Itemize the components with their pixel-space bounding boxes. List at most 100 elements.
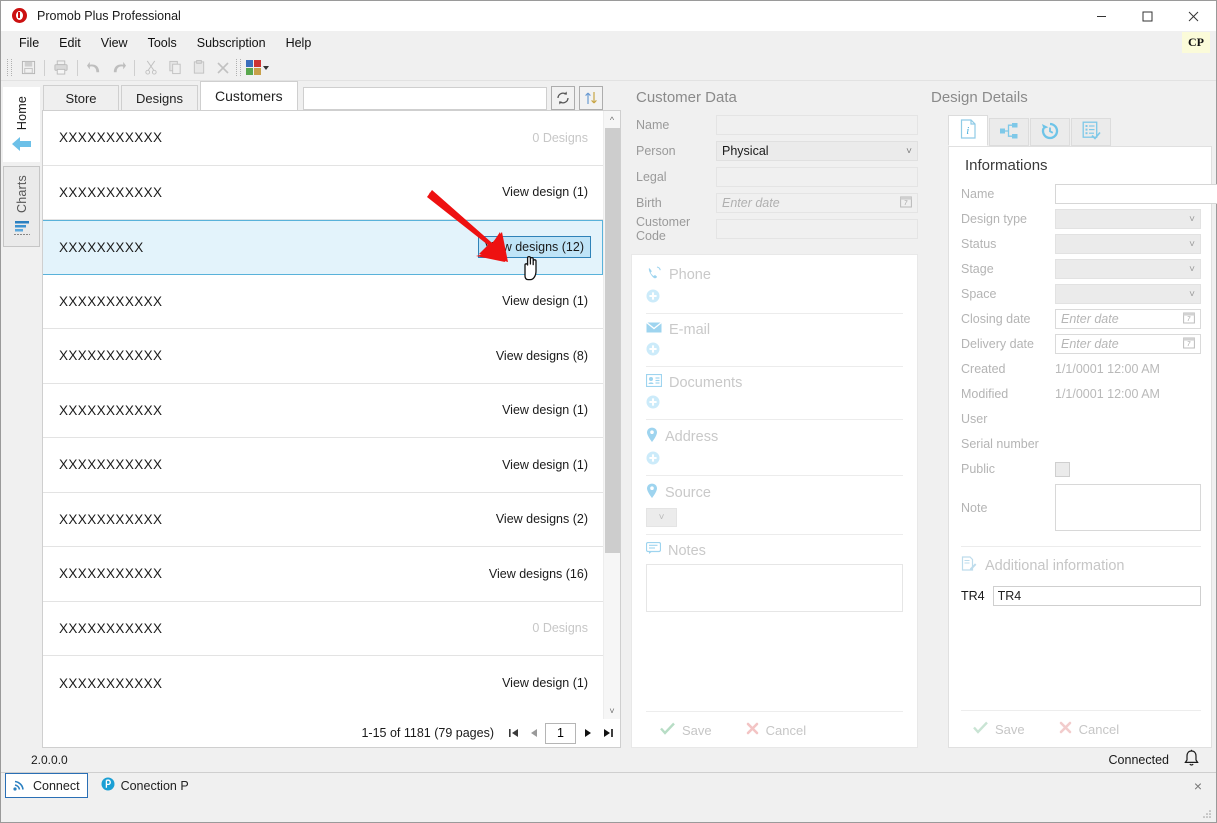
name-input[interactable]	[716, 115, 918, 135]
scroll-thumb[interactable]	[604, 128, 620, 553]
view-designs-link[interactable]: View design (1)	[502, 676, 588, 690]
calendar-icon[interactable]: 7	[1183, 336, 1195, 352]
last-page-icon[interactable]	[599, 724, 616, 743]
table-row[interactable]: XXXXXXXXXXX View designs (16)	[43, 547, 603, 602]
source-select[interactable]: ˅	[646, 508, 677, 527]
chevron-down-icon: ˅	[1189, 288, 1195, 300]
scroll-track[interactable]	[604, 128, 621, 702]
menu-edit[interactable]: Edit	[49, 33, 91, 53]
minimize-button[interactable]	[1078, 1, 1124, 31]
customer-name: XXXXXXXXXXX	[59, 184, 163, 200]
menu-file[interactable]: File	[9, 33, 49, 53]
stage-select[interactable]: ˅	[1055, 259, 1201, 279]
view-designs-link[interactable]: View designs (2)	[496, 512, 588, 526]
table-row[interactable]: XXXXXXXXXXX View design (1)	[43, 656, 603, 711]
table-row[interactable]: XXXXXXXXXXX 0 Designs	[43, 111, 603, 166]
taskbar-item-connect[interactable]: Connect	[5, 773, 88, 798]
add-address-button[interactable]	[646, 451, 903, 468]
view-designs-link[interactable]: View design (1)	[502, 403, 588, 417]
print-icon[interactable]	[50, 57, 72, 79]
bar-chart-icon	[12, 219, 32, 240]
space-select[interactable]: ˅	[1055, 284, 1201, 304]
legal-input[interactable]	[716, 167, 918, 187]
delivery-date-field[interactable]: Enter date 7	[1055, 334, 1201, 354]
menu-help[interactable]: Help	[276, 33, 322, 53]
status-bar: 2.0.0.0 Connected	[1, 748, 1216, 772]
table-row[interactable]: XXXXXXXXXXX 0 Designs	[43, 602, 603, 656]
delete-icon[interactable]	[212, 57, 234, 79]
table-row[interactable]: XXXXXXXXX View designs (12)	[43, 220, 603, 275]
closing-date-field[interactable]: Enter date 7	[1055, 309, 1201, 329]
user-badge[interactable]: CP	[1182, 32, 1210, 53]
view-designs-button[interactable]: View designs (12)	[477, 236, 591, 259]
design-note-textarea[interactable]	[1055, 484, 1201, 531]
taskbar-close-icon[interactable]: ×	[1194, 778, 1202, 794]
bell-icon[interactable]	[1183, 749, 1200, 771]
add-phone-button[interactable]	[646, 289, 903, 306]
resize-grip-icon[interactable]	[1201, 808, 1213, 820]
view-designs-link[interactable]: View design (1)	[502, 294, 588, 308]
view-designs-link[interactable]: View designs (16)	[489, 567, 588, 581]
design-type-select[interactable]: ˅	[1055, 209, 1201, 229]
menu-subscription[interactable]: Subscription	[187, 33, 276, 53]
tab-store[interactable]: Store	[43, 85, 119, 110]
tr4-input[interactable]	[992, 586, 1201, 606]
scroll-up-icon[interactable]: ^	[604, 111, 621, 128]
search-input[interactable]	[302, 86, 547, 110]
connection-area: Connected	[1109, 749, 1216, 771]
table-row[interactable]: XXXXXXXXXXX View design (1)	[43, 275, 603, 329]
customer-save-button[interactable]: Save	[660, 722, 712, 738]
sidebar-item-charts[interactable]: Charts	[3, 166, 40, 248]
table-row[interactable]: XXXXXXXXXXX View designs (8)	[43, 329, 603, 384]
design-cancel-button[interactable]: Cancel	[1059, 721, 1119, 737]
public-checkbox[interactable]	[1055, 461, 1070, 477]
color-palette-icon[interactable]	[246, 60, 269, 75]
paste-icon[interactable]	[188, 57, 210, 79]
taskbar-item-conection-p[interactable]: Conection P	[94, 774, 196, 797]
check-icon	[660, 722, 675, 738]
customer-code-input[interactable]	[716, 219, 918, 239]
add-email-button[interactable]	[646, 342, 903, 359]
design-save-button[interactable]: Save	[973, 721, 1025, 737]
redo-icon[interactable]	[107, 57, 129, 79]
tab-history[interactable]	[1030, 118, 1070, 146]
birth-date-field[interactable]: Enter date 7	[716, 193, 918, 213]
tab-checklist[interactable]	[1071, 118, 1111, 146]
table-row[interactable]: XXXXXXXXXXX View design (1)	[43, 438, 603, 493]
undo-icon[interactable]	[83, 57, 105, 79]
page-number-input[interactable]	[545, 722, 576, 744]
sort-updown-icon[interactable]	[578, 86, 603, 110]
menu-view[interactable]: View	[91, 33, 138, 53]
view-designs-link[interactable]: View designs (8)	[496, 349, 588, 363]
table-row[interactable]: XXXXXXXXXXX View design (1)	[43, 166, 603, 220]
table-row[interactable]: XXXXXXXXXXX View design (1)	[43, 384, 603, 438]
first-page-icon[interactable]	[505, 724, 522, 743]
name-input[interactable]	[1055, 184, 1217, 204]
tab-customers[interactable]: Customers	[199, 81, 298, 110]
copy-icon[interactable]	[164, 57, 186, 79]
save-icon[interactable]	[17, 57, 39, 79]
list-scrollbar[interactable]: ^ ˅	[603, 111, 620, 719]
add-document-button[interactable]	[646, 395, 903, 412]
maximize-button[interactable]	[1124, 1, 1170, 31]
tab-designs[interactable]: Designs	[121, 85, 198, 110]
cut-icon[interactable]	[140, 57, 162, 79]
view-designs-link[interactable]: View design (1)	[502, 458, 588, 472]
scroll-down-icon[interactable]: ˅	[604, 702, 621, 719]
calendar-icon[interactable]: 7	[900, 195, 912, 211]
next-page-icon[interactable]	[579, 724, 596, 743]
table-row[interactable]: XXXXXXXXXXX View designs (2)	[43, 493, 603, 547]
status-select[interactable]: ˅	[1055, 234, 1201, 254]
tab-informations[interactable]: i	[948, 115, 988, 146]
tab-hierarchy[interactable]	[989, 118, 1029, 146]
customer-notes-textarea[interactable]	[646, 564, 903, 612]
menu-tools[interactable]: Tools	[138, 33, 187, 53]
person-type-select[interactable]: Physical ˅	[716, 141, 918, 161]
calendar-icon[interactable]: 7	[1183, 311, 1195, 327]
view-designs-link[interactable]: View design (1)	[502, 185, 588, 199]
prev-page-icon[interactable]	[525, 724, 542, 743]
sidebar-item-home[interactable]: Home	[3, 87, 40, 163]
close-button[interactable]	[1170, 1, 1216, 31]
refresh-icon[interactable]	[550, 86, 575, 110]
customer-cancel-button[interactable]: Cancel	[746, 722, 806, 738]
